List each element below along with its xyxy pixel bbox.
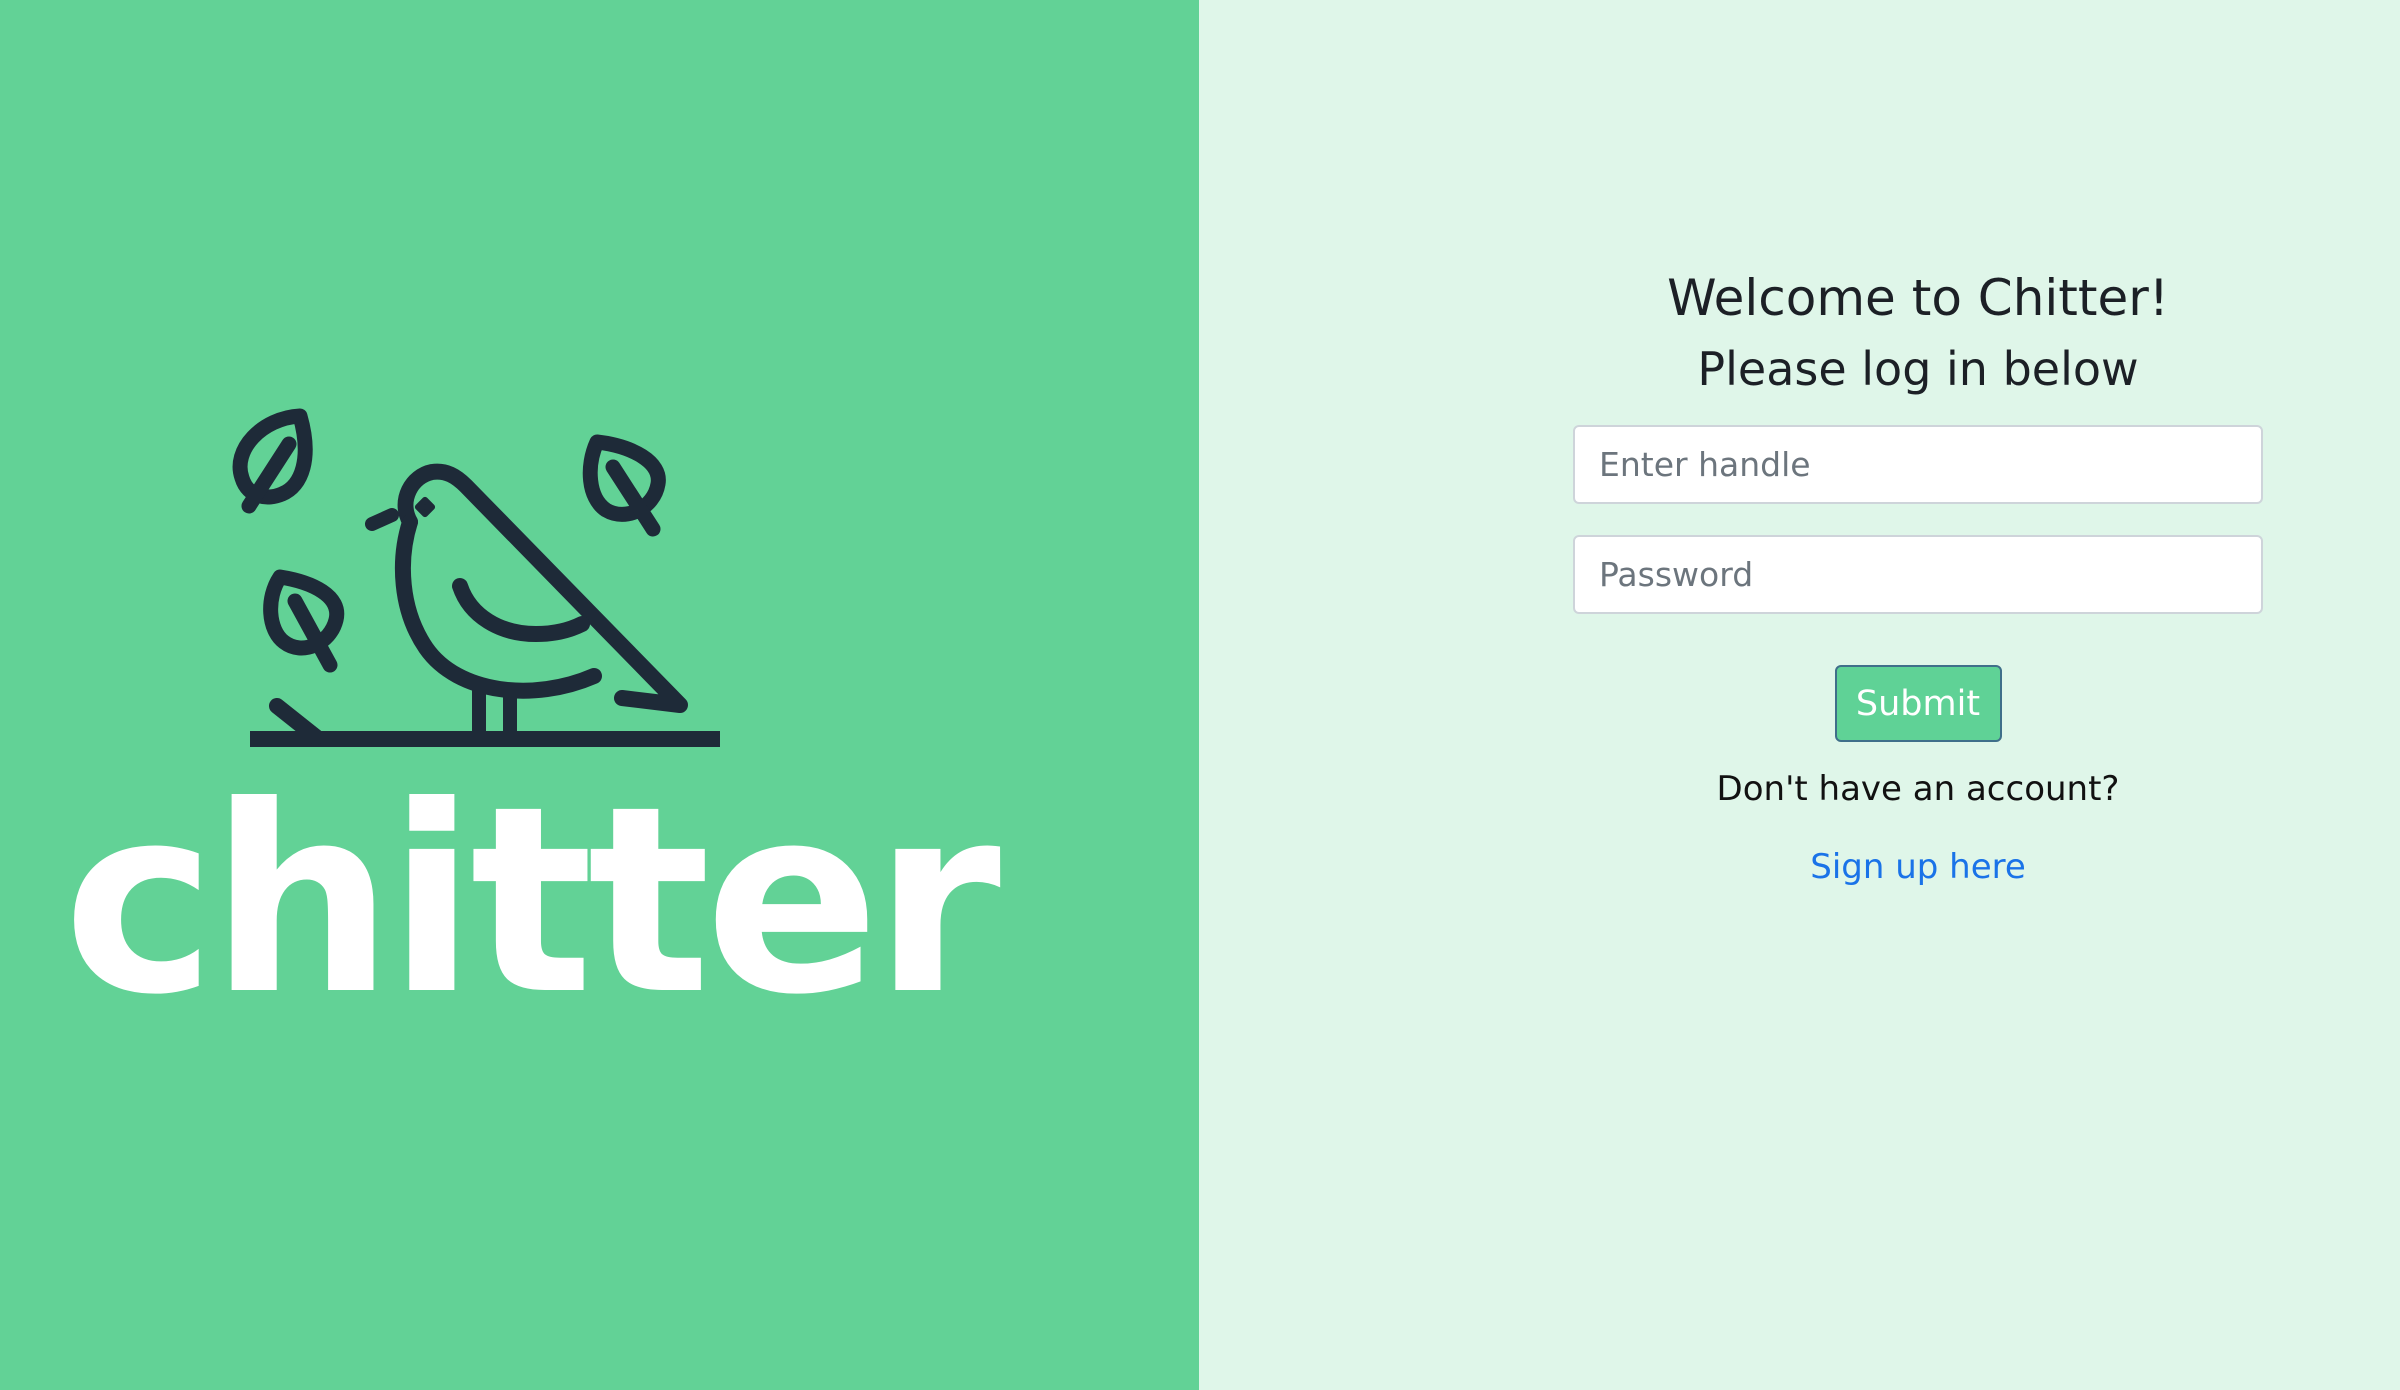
no-account-text: Don't have an account? [1716, 769, 2120, 809]
submit-button[interactable]: Submit [1834, 665, 2002, 742]
login-page: chitter Welcome to Chitter! Please log i… [0, 0, 2400, 1390]
page-title: Welcome to Chitter! [1667, 269, 2169, 327]
handle-input[interactable] [1573, 425, 2263, 504]
login-form: Welcome to Chitter! Please log in below … [1573, 262, 2263, 892]
password-input[interactable] [1573, 535, 2263, 614]
signup-link[interactable]: Sign up here [1810, 842, 2026, 892]
brand-panel: chitter [0, 0, 1199, 1390]
leaf-icon [582, 434, 666, 537]
login-panel: Welcome to Chitter! Please log in below … [1199, 0, 2400, 1390]
chitter-logo-icon [232, 408, 720, 747]
login-subtitle: Please log in below [1697, 342, 2139, 396]
brand-wordmark: chitter [63, 751, 1001, 1051]
leaf-icon [232, 408, 313, 514]
leaf-icon [263, 569, 345, 673]
